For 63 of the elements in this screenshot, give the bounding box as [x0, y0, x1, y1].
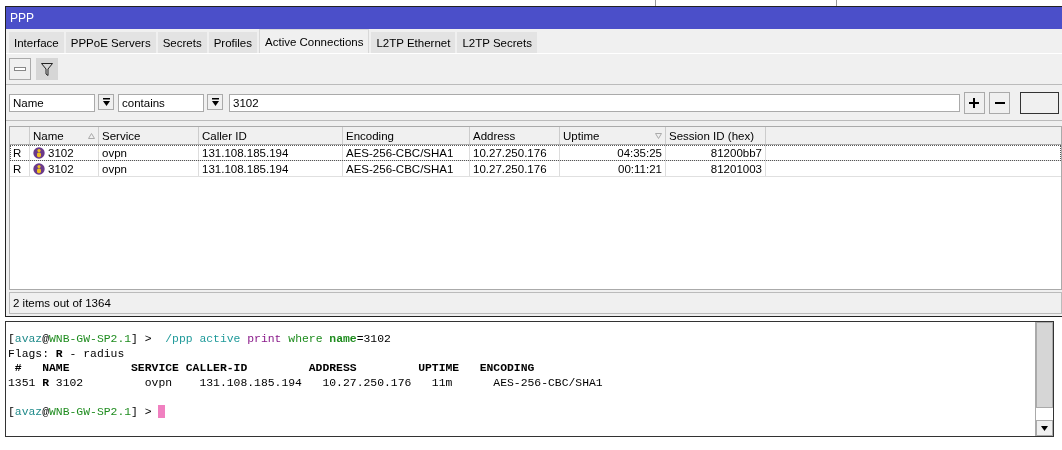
table-cell: ovpn [99, 161, 199, 176]
table-cell: 00:11:21 [560, 161, 666, 176]
dropdown-button[interactable] [98, 94, 114, 110]
tab[interactable]: Profiles [208, 32, 257, 53]
minus-icon [14, 67, 26, 71]
filter-icon [41, 62, 53, 76]
table-cell: 10.27.250.176 [470, 161, 560, 176]
column-header[interactable]: Caller ID [199, 127, 343, 144]
tab[interactable]: Active Connections [259, 29, 370, 53]
tab[interactable]: L2TP Ethernet [371, 32, 456, 53]
table-cell: 81201003 [666, 161, 766, 176]
terminal[interactable] [5, 321, 1054, 437]
remove-button[interactable] [9, 58, 31, 80]
terminal-line: [avaz@WNB-GW-SP2.1] > [8, 405, 153, 418]
user-icon [33, 162, 45, 175]
sort-ascending-icon [88, 132, 95, 139]
table-cell: 04:35:25 [560, 145, 666, 160]
tab[interactable]: L2TP Secrets [457, 32, 537, 53]
filter-button[interactable] [36, 58, 58, 80]
terminal-line: Flags: R - radius [8, 347, 125, 360]
column-header[interactable]: Service [99, 127, 199, 144]
tab[interactable]: Secrets [157, 32, 207, 53]
table-row[interactable]: R 3102 ovpn 131.108.185.194 AES-256-CBC/SHA1 10.27.250.176 00:11:21 81201003 [10, 161, 1061, 177]
column-header[interactable]: Address [470, 127, 560, 144]
status-text: 2 items out of 1364 [9, 292, 1062, 314]
table-cell: 131.108.185.194 [199, 145, 343, 160]
table-cell: 10.27.250.176 [470, 145, 560, 160]
dropdown-arrow-icon [210, 97, 220, 107]
table-row[interactable]: R 3102 ovpn 131.108.185.194 AES-256-CBC/SHA1 10.27.250.176 04:35:25 81200bb7 [10, 145, 1061, 161]
down-arrow-icon [1041, 425, 1048, 431]
table-cell: 81200bb7 [666, 145, 766, 160]
add-filter-button[interactable] [963, 92, 985, 114]
plus-icon [969, 98, 980, 108]
table-cell: R [10, 145, 30, 160]
column-header[interactable]: Session ID (hex) [666, 127, 766, 144]
filter-value-field[interactable]: 3102 [229, 94, 960, 112]
user-icon [33, 146, 45, 159]
button[interactable] [1020, 92, 1059, 114]
table-cell: AES-256-CBC/SHA1 [343, 161, 470, 176]
dropdown-button[interactable] [207, 94, 223, 110]
column-header[interactable]: Uptime [560, 127, 666, 144]
table-cell: 3102 [48, 146, 74, 159]
filter-operator-dropdown[interactable]: contains [118, 94, 204, 112]
table-cell: 3102 [48, 162, 74, 175]
terminal-line: 1351 R 3102 ovpn 131.108.185.194 10.27.250.176 11m AES-256-CBC/SHA1 [8, 376, 603, 389]
column-header[interactable]: Name [30, 127, 99, 144]
scroll-down-button[interactable] [1036, 420, 1053, 436]
remove-filter-button[interactable] [988, 92, 1011, 114]
tab[interactable]: Interface [9, 32, 64, 53]
scrollbar-thumb[interactable] [1036, 322, 1053, 408]
window-title: PPP [6, 7, 1062, 29]
column-header[interactable]: Encoding [343, 127, 470, 144]
table-cell: AES-256-CBC/SHA1 [343, 145, 470, 160]
table-cell: 131.108.185.194 [199, 161, 343, 176]
tab[interactable]: PPPoE Servers [65, 32, 156, 53]
dropdown-arrow-icon [101, 97, 111, 107]
table-cell: R [10, 161, 30, 176]
filter-field-dropdown[interactable]: Name [9, 94, 95, 112]
terminal-line: # NAME SERVICE CALLER-ID ADDRESS UPTIME ENCODING [13, 362, 535, 374]
sort-descending-icon [655, 132, 662, 139]
terminal-line: [avaz@WNB-GW-SP2.1] > /ppp active print where name=3102 [8, 333, 391, 345]
table-cell: ovpn [99, 145, 199, 160]
minus-icon [994, 102, 1005, 104]
